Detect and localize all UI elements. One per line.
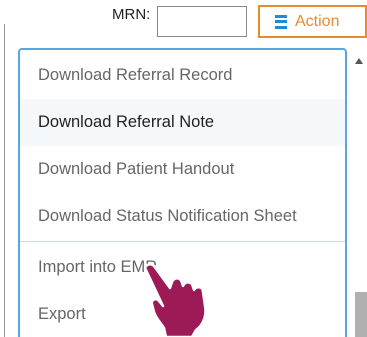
menu-item-label: Download Referral Record (38, 66, 233, 84)
menu-divider (20, 241, 345, 242)
scroll-up-arrow-icon[interactable] (355, 58, 363, 64)
menu-item-label: Download Status Notification Sheet (38, 207, 297, 225)
menu-item-download-referral-note[interactable]: Download Referral Note (20, 99, 345, 146)
menu-item-download-patient-handout[interactable]: Download Patient Handout (20, 146, 345, 193)
menu-item-export[interactable]: Export (20, 291, 345, 337)
menu-item-label: Import into EMR (38, 258, 158, 276)
action-dropdown-menu: Download Referral Record Download Referr… (18, 48, 347, 337)
menu-item-import-into-emr[interactable]: Import into EMR (20, 244, 345, 291)
mrn-label: MRN: (112, 6, 151, 23)
action-button[interactable]: Action (258, 5, 367, 38)
menu-item-label: Download Referral Note (38, 113, 215, 131)
menu-item-label: Download Patient Handout (38, 160, 235, 178)
scroll-thumb[interactable] (355, 292, 367, 337)
action-button-label: Action (295, 12, 340, 30)
page: MRN: Action Download Referral Record Dow… (0, 0, 367, 337)
mrn-input[interactable] (157, 6, 247, 37)
menu-item-download-status-notification-sheet[interactable]: Download Status Notification Sheet (20, 193, 345, 240)
menu-icon (275, 14, 287, 29)
menu-item-label: Export (38, 305, 86, 323)
scrollbar[interactable] (351, 48, 367, 337)
background-divider (0, 24, 5, 337)
menu-item-download-referral-record[interactable]: Download Referral Record (20, 52, 345, 99)
